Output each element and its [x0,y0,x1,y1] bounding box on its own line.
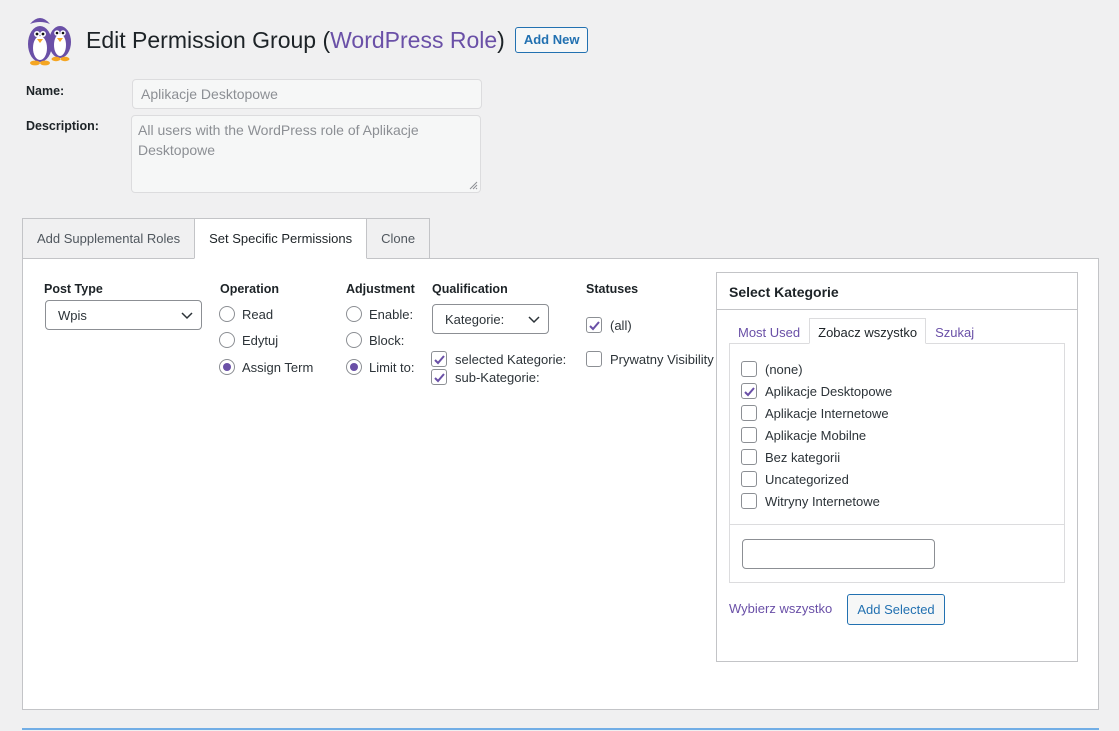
tab-zobacz-wszystko[interactable]: Zobacz wszystko [809,318,927,344]
title-role-link[interactable]: WordPress Role [330,27,497,53]
list-item[interactable]: Aplikacje Desktopowe [741,383,892,399]
description-field[interactable]: All users with the WordPress role of Apl… [131,115,481,193]
name-field[interactable] [132,79,482,109]
checkbox[interactable] [741,383,757,399]
category-label: Aplikacje Desktopowe [765,383,893,399]
tab-most-used[interactable]: Most Used [729,318,809,344]
category-label: Witryny Internetowe [765,493,880,509]
checkbox[interactable] [741,493,757,509]
status-private-label: Prywatny Visibility [610,351,714,367]
adjustment-block-label: Block: [369,332,405,348]
category-label: Uncategorized [765,471,849,487]
list-item[interactable]: Witryny Internetowe [741,493,880,509]
page-title: Edit Permission Group (WordPress Role) [86,27,505,54]
operation-assign-term-label: Assign Term [242,359,314,375]
checkmark-icon [588,320,600,330]
adjustment-block[interactable]: Block: [346,332,404,348]
title-prefix: Edit Permission Group ( [86,26,331,53]
list-item[interactable]: Aplikacje Mobilne [741,427,866,443]
qualification-heading: Qualification [432,282,508,296]
operation-assign-term[interactable]: Assign Term [219,359,313,375]
operation-heading: Operation [220,282,280,296]
tab-clone[interactable]: Clone [366,218,431,259]
adjustment-enable[interactable]: Enable: [346,306,413,322]
operation-edytuj[interactable]: Edytuj [219,332,278,348]
list-item[interactable]: Bez kategorii [741,449,840,465]
chevron-down-icon [528,316,540,324]
description-label: Description: [26,119,99,133]
checkmark-icon [743,386,755,396]
penguins-logo-icon [28,18,71,66]
category-search-input[interactable] [742,539,935,569]
operation-read-label: Read [242,306,274,322]
qualification-selected-check[interactable]: selected Kategorie: [431,351,566,367]
permission-tabs: Add Supplemental Roles Set Specific Perm… [22,218,431,259]
category-label: Aplikacje Mobilne [765,427,867,443]
adjustment-limit-to-radio[interactable] [346,359,362,375]
checkbox[interactable] [431,369,447,385]
add-new-button[interactable]: Add New [514,27,589,53]
status-all-check[interactable]: (all) [586,317,632,333]
checkbox[interactable] [431,351,447,367]
qualification-select[interactable]: Kategorie: [432,304,549,334]
list-item[interactable]: Aplikacje Internetowe [741,405,889,421]
checkbox[interactable] [741,427,757,443]
category-label: Aplikacje Internetowe [765,405,889,421]
category-label: (none) [765,361,803,377]
qualification-selected-label: selected Kategorie: [455,351,567,367]
adjustment-limit-to-label: Limit to: [369,359,415,375]
tab-set-specific-permissions[interactable]: Set Specific Permissions [194,218,368,259]
list-item[interactable]: (none) [741,361,803,377]
select-all-link[interactable]: Wybierz wszystko [729,601,832,616]
chevron-down-icon [181,312,193,320]
category-tabs: Most Used Zobacz wszystko Szukaj [729,318,983,344]
adjustment-enable-label: Enable: [369,306,414,322]
operation-read[interactable]: Read [219,306,273,322]
page-header: Edit Permission Group (WordPress Role) A… [22,14,589,66]
checkbox[interactable] [741,405,757,421]
operation-read-radio[interactable] [219,306,235,322]
tab-add-supplemental-roles[interactable]: Add Supplemental Roles [22,218,196,259]
description-text: All users with the WordPress role of Apl… [138,122,419,158]
category-divider [730,524,1064,525]
resize-grip-icon[interactable] [469,181,478,190]
adjustment-heading: Adjustment [346,282,415,296]
category-list-box: (none) Aplikacje Desktopowe Aplikacje In… [729,343,1065,583]
operation-edytuj-radio[interactable] [219,332,235,348]
operation-edytuj-label: Edytuj [242,332,279,348]
category-label: Bez kategorii [765,449,841,465]
tab-szukaj[interactable]: Szukaj [926,318,983,344]
checkbox[interactable] [741,361,757,377]
qualification-value: Kategorie: [445,311,505,327]
adjustment-limit-to[interactable]: Limit to: [346,359,415,375]
adjustment-block-radio[interactable] [346,332,362,348]
status-all-label: (all) [610,317,632,333]
qualification-sub-check[interactable]: sub-Kategorie: [431,369,540,385]
adjustment-enable-radio[interactable] [346,306,362,322]
post-type-heading: Post Type [44,282,103,296]
bottom-divider [22,728,1099,730]
title-suffix: ) [497,26,505,53]
select-kategorie-title: Select Kategorie [717,273,1077,310]
name-label: Name: [26,84,65,98]
qualification-sub-label: sub-Kategorie: [455,369,540,385]
statuses-heading: Statuses [586,282,639,296]
list-item[interactable]: Uncategorized [741,471,849,487]
post-type-value: Wpis [58,307,87,323]
checkbox[interactable] [741,471,757,487]
checkmark-icon [433,372,445,382]
operation-assign-term-radio[interactable] [219,359,235,375]
checkbox[interactable] [586,351,602,367]
add-selected-button[interactable]: Add Selected [847,594,945,625]
checkmark-icon [433,354,445,364]
checkbox[interactable] [741,449,757,465]
post-type-select[interactable]: Wpis [45,300,202,330]
checkbox[interactable] [586,317,602,333]
status-private-check[interactable]: Prywatny Visibility [586,351,714,367]
